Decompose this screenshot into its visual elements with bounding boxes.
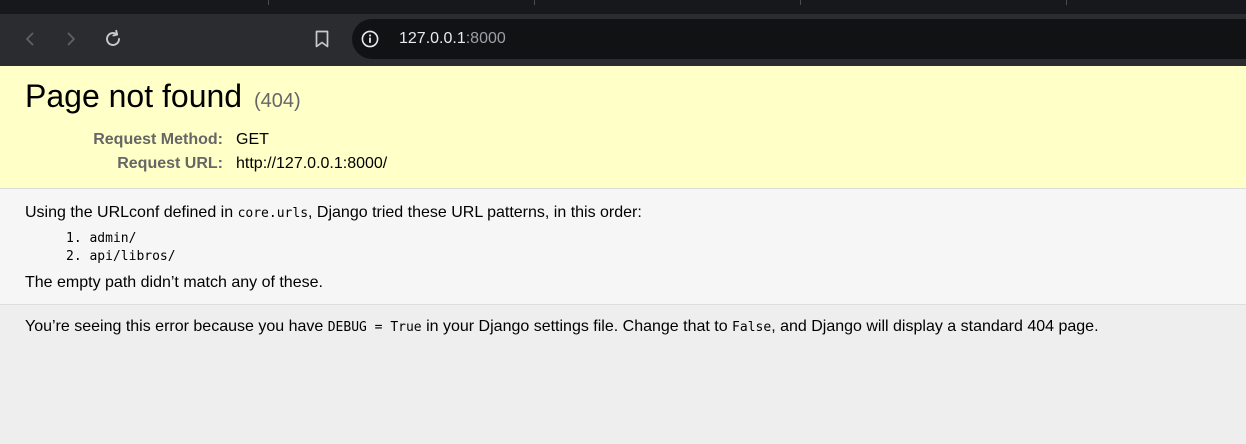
bookmark-button[interactable] <box>308 25 336 53</box>
urlconf-prefix: Using the URLconf defined in <box>25 204 238 221</box>
url-host: 127.0.0.1 <box>399 30 466 47</box>
pattern-value: admin/ <box>89 231 137 246</box>
forward-button[interactable] <box>57 25 85 53</box>
bookmark-icon <box>315 30 329 48</box>
browser-toolbar: 127.0.0.1:8000 <box>0 14 1246 66</box>
explanation-part3: , and Django will display a standard 404… <box>771 318 1099 335</box>
tab-separator <box>268 0 269 5</box>
address-url[interactable]: 127.0.0.1:8000 <box>399 29 506 49</box>
explanation-part1: You’re seeing this error because you hav… <box>25 318 328 335</box>
no-match-text: The empty path didn’t match any of these… <box>25 274 323 291</box>
request-method-label: Request Method: <box>93 131 223 148</box>
error-explanation: You’re seeing this error because you hav… <box>0 305 1246 444</box>
reload-button[interactable] <box>99 25 127 53</box>
pattern-value: api/libros/ <box>89 249 176 264</box>
pattern-index: 2. <box>66 249 82 264</box>
tab-strip <box>0 0 1246 14</box>
url-pattern-item: 1. admin/ <box>66 230 136 248</box>
page-content: Page not found (404) Request Method: GET… <box>0 66 1246 444</box>
forward-arrow-icon <box>67 32 75 46</box>
explanation-text: You’re seeing this error because you hav… <box>25 317 1099 338</box>
back-button[interactable] <box>16 25 44 53</box>
status-code: (404) <box>253 90 301 112</box>
url-pattern-item: 2. api/libros/ <box>66 248 176 266</box>
debug-setting: DEBUG = True <box>327 320 422 335</box>
request-url-value: http://127.0.0.1:8000/ <box>236 155 388 172</box>
urlconf-suffix: , Django tried these URL patterns, in th… <box>308 204 642 221</box>
back-arrow-icon <box>26 32 34 46</box>
tab-separator <box>1066 0 1067 5</box>
tab-separator <box>800 0 801 5</box>
explanation-part2: in your Django settings file. Change tha… <box>421 318 733 335</box>
error-summary: Page not found (404) Request Method: GET… <box>0 66 1246 189</box>
address-bar[interactable]: 127.0.0.1:8000 <box>352 19 1246 59</box>
url-port: :8000 <box>465 30 506 47</box>
urlconf-text: Using the URLconf defined in core.urls, … <box>25 203 642 224</box>
false-value: False <box>732 320 772 335</box>
page-title: Page not found (404) <box>25 78 301 119</box>
page-title-text: Page not found <box>25 78 243 114</box>
pattern-index: 1. <box>66 231 82 246</box>
error-info: Using the URLconf defined in core.urls, … <box>0 189 1246 305</box>
info-icon[interactable] <box>361 30 379 48</box>
reload-icon <box>106 29 120 46</box>
request-url-label: Request URL: <box>117 155 223 172</box>
urlconf-module: core.urls <box>237 206 309 221</box>
request-method-value: GET <box>236 131 269 148</box>
tab-separator <box>534 0 535 5</box>
